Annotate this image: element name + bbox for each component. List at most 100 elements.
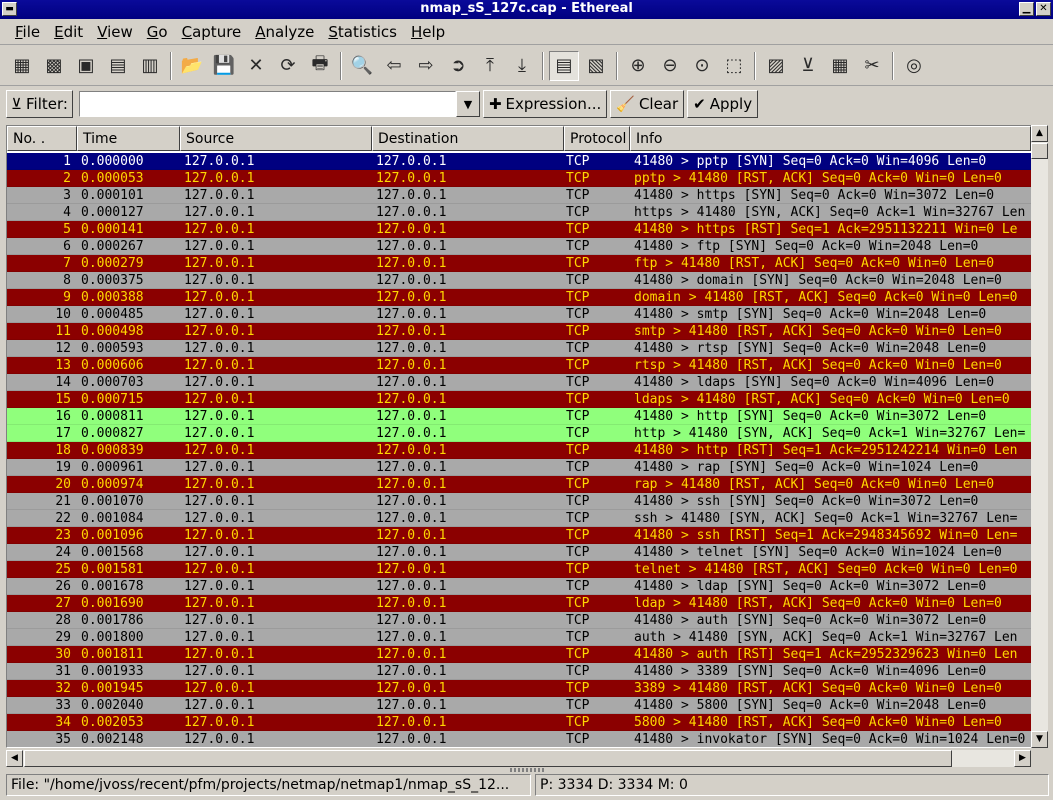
column-header-info[interactable]: Info — [630, 126, 1031, 151]
scroll-right-icon[interactable]: ▶ — [1014, 750, 1031, 767]
table-row[interactable]: 7 0.000279 127.0.0.1 127.0.0.1 TCP ftp > 4148… — [7, 255, 1031, 272]
table-row[interactable]: 34 0.002053 127.0.0.1 127.0.0.1 TCP 5800 > 41… — [7, 714, 1031, 731]
display-filter-icon[interactable]: ⊻ — [793, 51, 823, 81]
table-row[interactable]: 6 0.000267 127.0.0.1 127.0.0.1 TCP 41480 > ft… — [7, 238, 1031, 255]
capture-stop-icon[interactable]: ▤ — [103, 51, 133, 81]
capture-options-icon[interactable]: ▩ — [39, 51, 69, 81]
table-row[interactable]: 12 0.000593 127.0.0.1 127.0.0.1 TCP 41480 > r… — [7, 340, 1031, 357]
menu-analyze[interactable]: Analyze — [248, 23, 321, 41]
pane-splitter-grip[interactable] — [510, 768, 544, 772]
scroll-down-icon[interactable]: ▼ — [1031, 731, 1048, 748]
filter-dropdown-button[interactable]: ▼ — [455, 91, 480, 117]
autoscroll-icon[interactable]: ▧ — [581, 51, 611, 81]
zoom-in-icon[interactable]: ⊕ — [623, 51, 653, 81]
column-header-time[interactable]: Time — [77, 126, 180, 151]
menu-view[interactable]: View — [90, 23, 140, 41]
vertical-scroll-thumb[interactable] — [1031, 143, 1048, 159]
resize-columns-icon[interactable]: ⬚ — [719, 51, 749, 81]
table-row[interactable]: 29 0.001800 127.0.0.1 127.0.0.1 TCP auth > 41… — [7, 629, 1031, 646]
help-icon[interactable]: ◎ — [899, 51, 929, 81]
table-row[interactable]: 19 0.000961 127.0.0.1 127.0.0.1 TCP 41480 > r… — [7, 459, 1031, 476]
preferences-icon[interactable]: ✂ — [857, 51, 887, 81]
zoom-normal-icon[interactable]: ⊙ — [687, 51, 717, 81]
close-icon[interactable]: ✕ — [241, 51, 271, 81]
table-row[interactable]: 15 0.000715 127.0.0.1 127.0.0.1 TCP ldaps > 4… — [7, 391, 1031, 408]
scroll-left-icon[interactable]: ◀ — [6, 750, 23, 767]
find-icon[interactable]: 🔍 — [347, 51, 377, 81]
horizontal-scrollbar[interactable]: ◀ ▶ — [6, 750, 1031, 767]
colorize-icon[interactable]: ▤ — [549, 50, 579, 81]
back-icon[interactable]: ⇦ — [379, 51, 409, 81]
table-row[interactable]: 22 0.001084 127.0.0.1 127.0.0.1 TCP ssh > 414… — [7, 510, 1031, 527]
save-icon[interactable]: 💾 — [209, 51, 239, 81]
column-header-destination[interactable]: Destination — [372, 126, 564, 151]
table-row[interactable]: 23 0.001096 127.0.0.1 127.0.0.1 TCP 41480 > s… — [7, 527, 1031, 544]
table-row[interactable]: 32 0.001945 127.0.0.1 127.0.0.1 TCP 3389 > 41… — [7, 680, 1031, 697]
expression-button[interactable]: ✚ Expression... — [482, 90, 608, 118]
table-row[interactable]: 31 0.001933 127.0.0.1 127.0.0.1 TCP 41480 > 3… — [7, 663, 1031, 680]
scroll-up-icon[interactable]: ▲ — [1031, 125, 1048, 142]
vertical-scrollbar[interactable]: ▲ ▼ — [1031, 125, 1048, 748]
table-row[interactable]: 11 0.000498 127.0.0.1 127.0.0.1 TCP smtp > 41… — [7, 323, 1031, 340]
table-row[interactable]: 10 0.000485 127.0.0.1 127.0.0.1 TCP 41480 > s… — [7, 306, 1031, 323]
filter-bar: ⊻ Filter: ▼ ✚ Expression... 🧹 Clear ✔ Ap… — [0, 87, 1053, 121]
column-header-protocol[interactable]: Protocol — [564, 126, 630, 151]
minimize-button[interactable]: ▁ — [1019, 2, 1034, 16]
table-row[interactable]: 13 0.000606 127.0.0.1 127.0.0.1 TCP rtsp > 41… — [7, 357, 1031, 374]
horizontal-scroll-thumb[interactable] — [24, 750, 952, 767]
filter-button[interactable]: ⊻ Filter: — [6, 90, 73, 118]
table-row[interactable]: 26 0.001678 127.0.0.1 127.0.0.1 TCP 41480 > l… — [7, 578, 1031, 595]
table-row[interactable]: 25 0.001581 127.0.0.1 127.0.0.1 TCP telnet > … — [7, 561, 1031, 578]
capture-filter-icon[interactable]: ▨ — [761, 51, 791, 81]
table-row[interactable]: 14 0.000703 127.0.0.1 127.0.0.1 TCP 41480 > l… — [7, 374, 1031, 391]
forward-icon[interactable]: ⇨ — [411, 51, 441, 81]
apply-button[interactable]: ✔ Apply — [687, 90, 759, 118]
column-header-source[interactable]: Source — [180, 126, 372, 151]
table-row[interactable]: 2 0.000053 127.0.0.1 127.0.0.1 TCP pptp > 414… — [7, 170, 1031, 187]
clear-button[interactable]: 🧹 Clear — [610, 90, 685, 118]
table-row[interactable]: 5 0.000141 127.0.0.1 127.0.0.1 TCP 41480 > ht… — [7, 221, 1031, 238]
table-row[interactable]: 28 0.001786 127.0.0.1 127.0.0.1 TCP 41480 > a… — [7, 612, 1031, 629]
menu-capture[interactable]: Capture — [175, 23, 249, 41]
menu-statistics[interactable]: Statistics — [321, 23, 404, 41]
menu-edit[interactable]: Edit — [47, 23, 90, 41]
cell-src: 127.0.0.1 — [184, 630, 255, 645]
table-row[interactable]: 3 0.000101 127.0.0.1 127.0.0.1 TCP 41480 > ht… — [7, 187, 1031, 204]
expression-button-label: Expression... — [505, 95, 602, 113]
table-row[interactable]: 20 0.000974 127.0.0.1 127.0.0.1 TCP rap > 414… — [7, 476, 1031, 493]
table-row[interactable]: 30 0.001811 127.0.0.1 127.0.0.1 TCP 41480 > a… — [7, 646, 1031, 663]
table-row[interactable]: 16 0.000811 127.0.0.1 127.0.0.1 TCP 41480 > h… — [7, 408, 1031, 425]
table-row[interactable]: 27 0.001690 127.0.0.1 127.0.0.1 TCP ldap > 41… — [7, 595, 1031, 612]
table-row[interactable]: 24 0.001568 127.0.0.1 127.0.0.1 TCP 41480 > t… — [7, 544, 1031, 561]
table-row[interactable]: 4 0.000127 127.0.0.1 127.0.0.1 TCP https > 41… — [7, 204, 1031, 221]
interfaces-icon[interactable]: ▦ — [7, 51, 37, 81]
coloring-rules-icon[interactable]: ▦ — [825, 51, 855, 81]
cell-time: 0.001581 — [81, 562, 144, 577]
open-icon[interactable]: 📂 — [177, 51, 207, 81]
filter-input[interactable] — [78, 91, 456, 117]
close-window-button[interactable]: ✕ — [1036, 2, 1051, 16]
capture-restart-icon[interactable]: ▥ — [135, 51, 165, 81]
first-icon[interactable]: ⤒ — [475, 51, 505, 81]
table-row[interactable]: 8 0.000375 127.0.0.1 127.0.0.1 TCP 41480 > do… — [7, 272, 1031, 289]
zoom-out-icon[interactable]: ⊖ — [655, 51, 685, 81]
table-row[interactable]: 9 0.000388 127.0.0.1 127.0.0.1 TCP domain > 4… — [7, 289, 1031, 306]
menu-go[interactable]: Go — [140, 23, 175, 41]
cell-dst: 127.0.0.1 — [376, 358, 447, 373]
print-icon[interactable]: 🖶 — [305, 51, 335, 81]
table-row[interactable]: 21 0.001070 127.0.0.1 127.0.0.1 TCP 41480 > s… — [7, 493, 1031, 510]
reload-icon[interactable]: ⟳ — [273, 51, 303, 81]
table-row[interactable]: 33 0.002040 127.0.0.1 127.0.0.1 TCP 41480 > 5… — [7, 697, 1031, 714]
menu-file[interactable]: File — [8, 23, 47, 41]
table-row[interactable]: 35 0.002148 127.0.0.1 127.0.0.1 TCP 41480 > i… — [7, 731, 1031, 747]
capture-start-icon[interactable]: ▣ — [71, 51, 101, 81]
table-row[interactable]: 18 0.000839 127.0.0.1 127.0.0.1 TCP 41480 > h… — [7, 442, 1031, 459]
table-row[interactable]: 1 0.000000 127.0.0.1 127.0.0.1 TCP 41480 > pp… — [7, 153, 1031, 170]
last-icon[interactable]: ⤓ — [507, 51, 537, 81]
table-row[interactable]: 17 0.000827 127.0.0.1 127.0.0.1 TCP http > 41… — [7, 425, 1031, 442]
goto-icon[interactable]: ➲ — [443, 51, 473, 81]
menu-help[interactable]: Help — [404, 23, 452, 41]
cell-info: 41480 > telnet [SYN] Seq=0 Ack=0 Win=102… — [634, 545, 1002, 560]
column-header-no[interactable]: No. . — [7, 126, 77, 151]
packet-list[interactable]: No. . Time Source Destination Protocol I… — [6, 125, 1046, 748]
